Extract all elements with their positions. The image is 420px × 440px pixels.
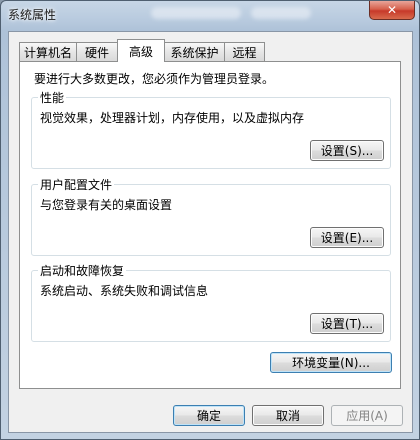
group-desc-user-profiles: 与您登录有关的桌面设置: [40, 198, 173, 212]
close-icon: ✕: [386, 3, 398, 17]
ok-button[interactable]: 确定: [173, 405, 245, 426]
user-profiles-settings-button[interactable]: 设置(E)...: [310, 227, 384, 248]
advanced-tab-panel: 要进行大多数更改，您必须作为管理员登录。 性能 视觉效果，处理器计划，内存使用，…: [19, 61, 401, 389]
tab-label: 远程: [232, 45, 257, 60]
tab-label: 计算机名: [23, 45, 72, 60]
admin-notice: 要进行大多数更改，您必须作为管理员登录。: [34, 72, 275, 86]
title-glass-blur: [151, 7, 241, 19]
tab-system-protection[interactable]: 系统保护: [164, 42, 225, 61]
title-glass-blur: [251, 7, 311, 19]
startup-recovery-group: 启动和故障恢复 系统启动、系统失败和调试信息 设置(T)...: [31, 262, 391, 342]
tab-advanced[interactable]: 高级: [117, 39, 165, 62]
startup-recovery-settings-button[interactable]: 设置(T)...: [310, 313, 384, 334]
performance-group: 性能 视觉效果，处理器计划，内存使用，以及虚拟内存 设置(S)...: [31, 89, 391, 169]
group-title-performance: 性能: [38, 89, 67, 106]
tab-computer-name[interactable]: 计算机名: [19, 42, 77, 61]
close-button[interactable]: ✕: [369, 1, 415, 20]
system-properties-window: 系统属性 ✕ 计算机名 硬件 高级 系统保护 远程 要进行大多数更改，您必须作为…: [0, 0, 420, 440]
cancel-button[interactable]: 取消: [252, 405, 324, 426]
group-title-user-profiles: 用户配置文件: [38, 176, 115, 193]
title-bar[interactable]: 系统属性 ✕: [1, 1, 419, 29]
tab-hardware[interactable]: 硬件: [76, 42, 118, 61]
group-desc-startup-recovery: 系统启动、系统失败和调试信息: [40, 284, 209, 298]
user-profiles-group: 用户配置文件 与您登录有关的桌面设置 设置(E)...: [31, 176, 391, 256]
tab-label: 系统保护: [170, 45, 219, 60]
dialog-client-area: 计算机名 硬件 高级 系统保护 远程 要进行大多数更改，您必须作为管理员登录。 …: [8, 31, 413, 433]
performance-settings-button[interactable]: 设置(S)...: [310, 140, 384, 161]
group-desc-performance: 视觉效果，处理器计划，内存使用，以及虚拟内存: [40, 111, 305, 125]
group-title-startup-recovery: 启动和故障恢复: [38, 262, 127, 279]
apply-button[interactable]: 应用(A): [331, 405, 403, 426]
window-title: 系统属性: [8, 8, 57, 22]
tab-label: 硬件: [84, 45, 109, 60]
tab-label: 高级: [128, 44, 153, 59]
environment-variables-button[interactable]: 环境变量(N)...: [270, 352, 392, 373]
tab-remote[interactable]: 远程: [224, 42, 265, 61]
